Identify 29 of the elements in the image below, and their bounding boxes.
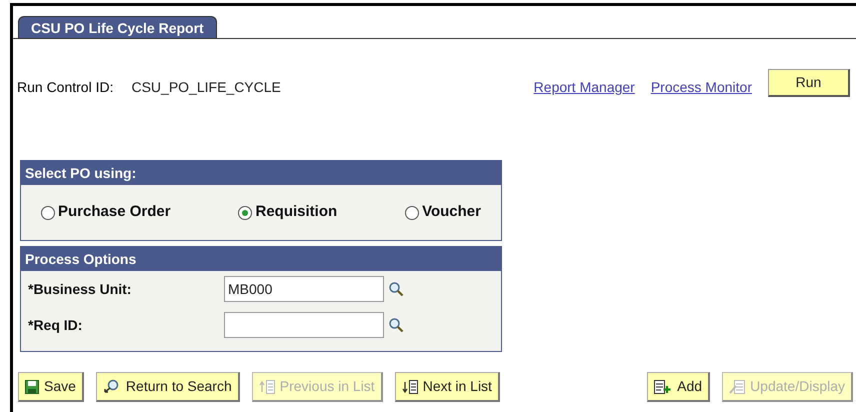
input-field[interactable] [224, 312, 384, 338]
section-header: Select PO using: [21, 161, 501, 185]
radio-label: Voucher [422, 202, 481, 222]
field-label: *Req ID: [28, 316, 84, 335]
link[interactable]: Report Manager [534, 76, 635, 98]
search-button[interactable]: Return to Search [96, 372, 240, 402]
radio-label: Requisition [255, 202, 338, 222]
radio-label: Purchase Order [58, 202, 171, 222]
down-arrow-list-icon [402, 380, 418, 394]
search-icon[interactable] [388, 281, 404, 297]
save-button[interactable]: Save [18, 372, 84, 402]
up-arrow-list-icon [258, 380, 275, 394]
search-icon [102, 379, 121, 394]
section-header: Process Options [21, 247, 501, 271]
next-button[interactable]: Next in List [394, 372, 500, 402]
run-button[interactable]: Run [768, 69, 850, 97]
field-label: *Business Unit: [28, 280, 132, 298]
radio-button[interactable] [238, 206, 252, 220]
field-label: Run Control ID: [17, 78, 114, 96]
input-field[interactable]: MB000 [224, 276, 384, 302]
search-icon[interactable] [388, 317, 404, 333]
report-tab[interactable]: CSU PO Life Cycle Report [18, 16, 217, 38]
run-control-value: CSU_PO_LIFE_CYCLE [131, 78, 281, 97]
link[interactable]: Process Monitor [650, 76, 752, 98]
add-button[interactable]: Add [647, 372, 710, 402]
edit-document-icon [729, 380, 746, 394]
add-document-icon [654, 380, 672, 394]
radio-button[interactable] [41, 206, 55, 220]
radio-button[interactable] [405, 206, 420, 220]
